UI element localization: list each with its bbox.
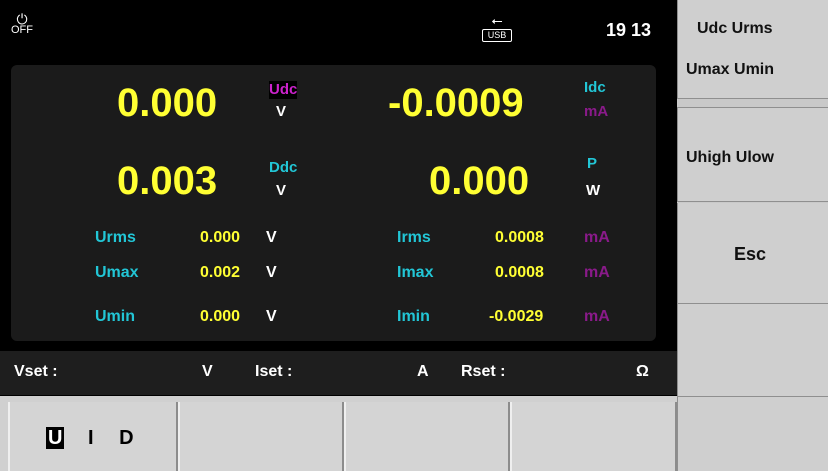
instrument-screen: ⏻ OFF ⭠ USB 19 13 0.000 Udc V 0.003 Ddc …	[0, 0, 677, 396]
umin-label: Umin	[95, 308, 135, 325]
vset-unit: V	[202, 363, 213, 380]
idc-unit: mA	[584, 103, 609, 120]
bottom-softkey-row: U I D	[0, 396, 677, 471]
softkey-measure-select[interactable]: Udc Urms Umax Umin	[677, 0, 828, 99]
imax-unit: mA	[584, 264, 610, 281]
idc-label: Idc	[584, 79, 606, 96]
output-power-indicator: ⏻ OFF	[9, 12, 35, 36]
imin-unit: mA	[584, 308, 610, 325]
clock: 19 13	[606, 20, 652, 40]
iset-label: Iset :	[255, 363, 293, 380]
udc-label: Udc	[269, 81, 298, 99]
softkey-3-label: Esc	[734, 244, 767, 264]
iset-unit: A	[417, 363, 429, 380]
urms-unit: V	[266, 229, 277, 246]
softkey-4[interactable]	[677, 304, 828, 397]
softkey-1-line-1: Udc Urms	[697, 20, 773, 37]
softkey-esc[interactable]: Esc	[677, 203, 828, 304]
rset-unit: Ω	[636, 363, 649, 380]
mode-u: U	[46, 427, 65, 449]
mode-d: D	[119, 427, 134, 449]
imin-value: -0.0029	[489, 308, 544, 325]
umin-unit: V	[266, 308, 277, 325]
udc-value: 0.000	[117, 81, 218, 125]
softkey-1-line-2: Umax Umin	[686, 61, 775, 78]
mode-selector: U I D	[46, 427, 134, 450]
ddc-value: 0.003	[117, 159, 218, 203]
umax-label: Umax	[95, 264, 139, 281]
urms-value: 0.000	[200, 229, 241, 246]
softkey-column: Udc Urms Umax Umin Uhigh Ulow Esc	[677, 0, 828, 471]
umax-value: 0.002	[200, 264, 241, 281]
bottom-softkey-3[interactable]	[344, 402, 510, 471]
bottom-softkey-4[interactable]	[510, 402, 677, 471]
imax-value: 0.0008	[495, 264, 544, 281]
measurement-panel: 0.000 Udc V 0.003 Ddc V -0.0009 Idc mA 0…	[11, 65, 656, 341]
rset-label: Rset :	[461, 363, 506, 380]
irms-value: 0.0008	[495, 229, 544, 246]
irms-unit: mA	[584, 229, 610, 246]
vset-label: Vset :	[14, 363, 58, 380]
umax-unit: V	[266, 264, 277, 281]
power-state-label: OFF	[11, 24, 33, 36]
setpoint-status-bar: Vset : V Iset : A Rset : Ω	[0, 351, 677, 395]
idc-value: -0.0009	[388, 81, 524, 125]
softkey-5[interactable]	[677, 397, 828, 471]
mode-select-button[interactable]: U I D	[8, 402, 178, 471]
umin-value: 0.000	[200, 308, 241, 325]
ddc-label: Ddc	[269, 159, 298, 176]
usb-label: USB	[482, 29, 512, 42]
mode-i: I	[88, 427, 94, 449]
power-label: P	[587, 155, 598, 172]
softkey-2-label: Uhigh Ulow	[686, 149, 774, 166]
imax-label: Imax	[397, 264, 434, 281]
udc-unit: V	[276, 103, 287, 120]
top-status-bar: ⏻ OFF ⭠ USB 19 13	[0, 0, 677, 58]
usb-indicator: ⭠ USB	[482, 13, 512, 45]
ddc-unit: V	[276, 182, 287, 199]
usb-icon: ⭠	[491, 12, 503, 28]
power-value: 0.000	[429, 159, 530, 203]
softkey-uhigh-ulow[interactable]: Uhigh Ulow	[677, 107, 828, 202]
irms-label: Irms	[397, 229, 431, 246]
imin-label: Imin	[397, 308, 430, 325]
bottom-softkey-2[interactable]	[178, 402, 344, 471]
urms-label: Urms	[95, 229, 136, 246]
power-unit: W	[586, 182, 601, 199]
